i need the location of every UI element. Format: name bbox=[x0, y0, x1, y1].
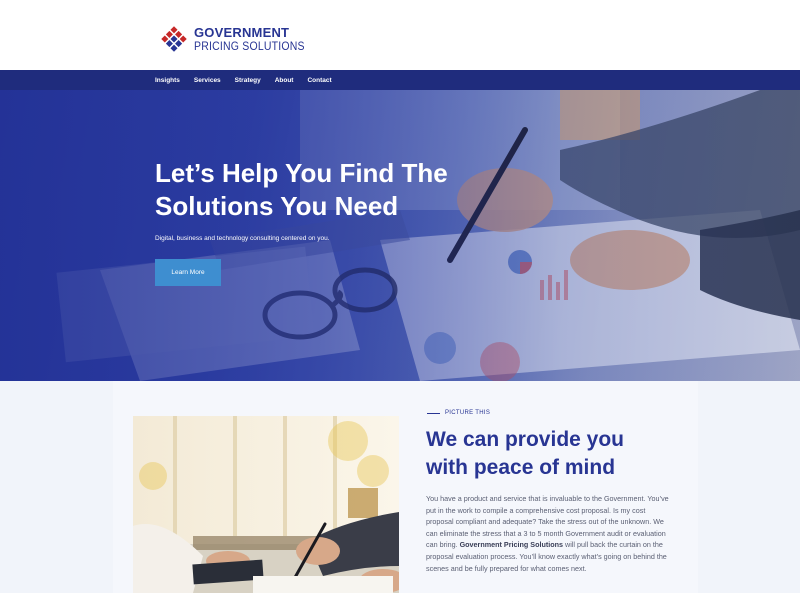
section-photo bbox=[133, 416, 399, 593]
eyebrow-divider bbox=[427, 412, 440, 414]
hero-subtitle: Digital, business and technology consult… bbox=[155, 235, 330, 242]
section-body-brand: Government Pricing Solutions bbox=[459, 540, 564, 550]
section-eyebrow: PICTURE THIS bbox=[427, 410, 490, 416]
logo-wordmark: GOVERNMENT PRICING SOLUTIONS bbox=[194, 25, 305, 54]
nav-item-contact[interactable]: Contact bbox=[307, 77, 331, 84]
section-title: We can provide you with peace of mind bbox=[426, 428, 624, 479]
diamond-grid-logo-icon bbox=[160, 25, 188, 53]
intro-section bbox=[0, 381, 800, 593]
section-body: You have a product and service that is i… bbox=[426, 493, 671, 574]
nav-item-insights[interactable]: Insights bbox=[155, 77, 180, 84]
hero-banner: Let’s Help You Find The Solutions You Ne… bbox=[0, 90, 800, 381]
hero-title: Let’s Help You Find The Solutions You Ne… bbox=[155, 158, 448, 221]
eyebrow-text: PICTURE THIS bbox=[445, 410, 491, 416]
learn-more-button[interactable]: Learn More bbox=[155, 259, 221, 286]
logo-line1: GOVERNMENT bbox=[194, 25, 290, 41]
nav-item-strategy[interactable]: Strategy bbox=[235, 77, 261, 84]
nav-item-services[interactable]: Services bbox=[194, 77, 221, 84]
logo-line2: PRICING SOLUTIONS bbox=[194, 40, 305, 54]
nav-item-about[interactable]: About bbox=[275, 77, 294, 84]
main-nav: Insights Services Strategy About Contact bbox=[0, 70, 800, 90]
hero-overlay bbox=[0, 90, 800, 381]
site-header: GOVERNMENT PRICING SOLUTIONS bbox=[0, 0, 800, 70]
site-logo[interactable]: GOVERNMENT PRICING SOLUTIONS bbox=[160, 24, 305, 54]
